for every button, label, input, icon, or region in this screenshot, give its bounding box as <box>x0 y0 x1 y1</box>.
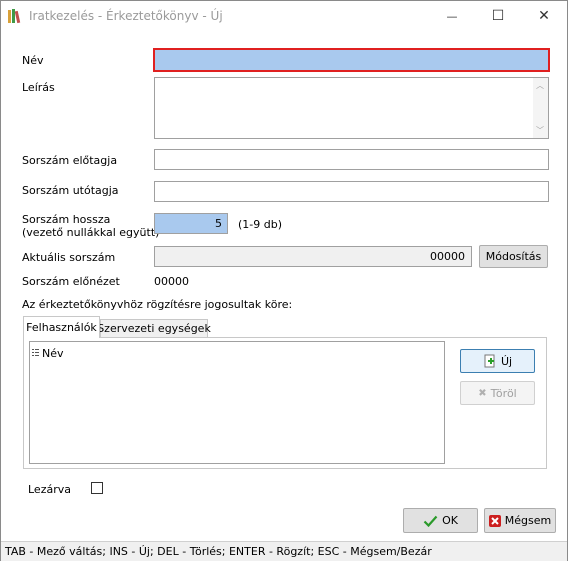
length-hint: (1-9 db) <box>238 218 283 231</box>
closed-checkbox[interactable] <box>91 482 103 494</box>
status-bar: TAB - Mező váltás; INS - Új; DEL - Törlé… <box>1 541 567 561</box>
current-number-field: 00000 <box>154 246 472 267</box>
description-label: Leírás <box>22 81 55 94</box>
scroll-up-icon[interactable]: ︿ <box>536 80 544 91</box>
length-input[interactable]: 5 <box>154 213 228 234</box>
tab-users-label: Felhasználók <box>26 321 97 334</box>
authorized-label: Az érkeztetőkönyvhöz rögzítésre jogosult… <box>22 298 293 311</box>
closed-label: Lezárva <box>28 483 71 496</box>
minimize-icon: — <box>446 9 458 23</box>
add-document-icon <box>484 354 495 368</box>
users-list[interactable]: Név <box>29 341 445 464</box>
name-label: Név <box>22 54 44 67</box>
modify-button[interactable]: Módosítás <box>479 245 548 268</box>
prefix-input[interactable] <box>154 149 549 170</box>
current-number-label: Aktuális sorszám <box>22 251 116 264</box>
cancel-button-label: Mégsem <box>504 514 552 527</box>
suffix-input[interactable] <box>154 181 549 202</box>
cancel-button[interactable]: Mégsem <box>484 508 556 533</box>
suffix-label: Sorszám utótagja <box>22 184 119 197</box>
description-textarea[interactable]: ︿ ﹀ <box>154 77 549 139</box>
tab-users[interactable]: Felhasználók <box>23 316 100 338</box>
scroll-down-icon[interactable]: ﹀ <box>536 125 544 136</box>
list-column-header-label: Név <box>42 347 64 360</box>
minimize-button[interactable]: — <box>429 1 475 31</box>
modify-button-label: Módosítás <box>485 250 542 263</box>
maximize-button[interactable]: ☐ <box>475 1 521 31</box>
delete-user-button-label: Töröl <box>490 386 517 400</box>
delete-x-icon: ✖ <box>478 387 487 399</box>
cancel-x-icon <box>488 514 501 527</box>
tab-org-units[interactable]: Szervezeti egységek <box>97 319 211 338</box>
ok-button[interactable]: OK <box>403 508 478 533</box>
prefix-label: Sorszám előtagja <box>22 154 118 167</box>
dialog-window: Iratkezelés - Érkeztetőkönyv - Új — ☐ ✕ … <box>0 0 568 561</box>
length-label-line2: (vezető nullákkal együtt) <box>22 226 160 239</box>
tab-org-units-label: Szervezeti egységek <box>97 322 211 335</box>
length-label-line1: Sorszám hossza <box>22 213 111 226</box>
check-icon <box>423 515 438 527</box>
description-scrollbar[interactable]: ︿ ﹀ <box>533 78 548 138</box>
status-bar-text: TAB - Mező váltás; INS - Új; DEL - Törlé… <box>5 545 432 558</box>
books-icon <box>8 9 21 24</box>
preview-value: 00000 <box>154 275 189 288</box>
ok-button-label: OK <box>442 514 458 527</box>
close-icon: ✕ <box>538 8 550 24</box>
close-button[interactable]: ✕ <box>521 1 567 31</box>
title-bar: Iratkezelés - Érkeztetőkönyv - Új — ☐ ✕ <box>1 1 567 31</box>
column-lines-icon <box>32 349 39 356</box>
preview-label: Sorszám előnézet <box>22 275 120 288</box>
list-column-header[interactable]: Név <box>32 347 64 360</box>
maximize-icon: ☐ <box>491 8 505 24</box>
window-title: Iratkezelés - Érkeztetőkönyv - Új <box>29 9 223 23</box>
tab-panel-users: Név Új ✖ Töröl <box>23 337 547 469</box>
delete-user-button[interactable]: ✖ Töröl <box>460 381 535 405</box>
name-input[interactable] <box>153 48 550 72</box>
new-user-button-label: Új <box>500 354 513 368</box>
new-user-button[interactable]: Új <box>460 349 535 373</box>
